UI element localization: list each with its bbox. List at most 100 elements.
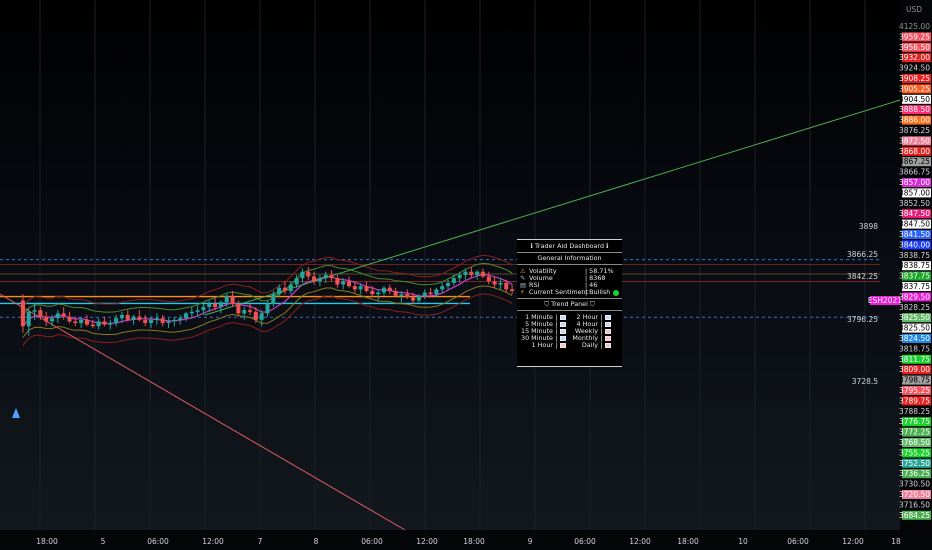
candle[interactable] xyxy=(38,306,43,320)
candle[interactable] xyxy=(440,282,445,293)
candle[interactable] xyxy=(114,315,119,327)
price-tick: 3825.50 xyxy=(899,324,930,333)
candle-body xyxy=(306,271,311,277)
candle[interactable] xyxy=(73,316,78,327)
candle-body xyxy=(416,295,421,301)
price-tick: 3789.75 xyxy=(899,396,930,405)
candle[interactable] xyxy=(102,316,107,327)
candle[interactable] xyxy=(422,289,427,299)
time-tick: 7 xyxy=(258,537,263,546)
candle[interactable] xyxy=(61,306,66,320)
price-chart[interactable]: USD4125.003959.253956.503932.003924.5039… xyxy=(0,0,932,550)
candle-body xyxy=(451,278,456,283)
candle-body xyxy=(218,302,223,307)
candle-body xyxy=(166,321,171,324)
candle[interactable] xyxy=(230,290,235,307)
candle-body xyxy=(486,276,491,282)
candle[interactable] xyxy=(242,306,247,320)
stat-label: Current Sentiment xyxy=(529,288,589,296)
candle-body xyxy=(370,290,375,295)
price-tick: 3932.00 xyxy=(899,53,930,62)
candle[interactable] xyxy=(137,310,142,322)
candle[interactable] xyxy=(300,268,305,283)
candle-body xyxy=(90,324,95,327)
candle[interactable] xyxy=(475,270,480,280)
candle[interactable] xyxy=(381,286,387,296)
candle-body xyxy=(335,278,340,285)
time-tick: 9 xyxy=(528,537,533,546)
candle[interactable] xyxy=(125,310,130,322)
candle[interactable] xyxy=(387,284,392,295)
candle[interactable] xyxy=(183,311,189,322)
price-tick: 3857.00 xyxy=(899,188,930,197)
time-tick: 06:00 xyxy=(787,537,809,546)
candle-body xyxy=(236,303,241,314)
time-tick: 06:00 xyxy=(574,537,596,546)
candle-body xyxy=(341,281,346,285)
price-tick: 3730.50 xyxy=(899,480,930,489)
candle[interactable] xyxy=(189,306,194,319)
time-tick: 18:00 xyxy=(463,537,485,546)
candle[interactable] xyxy=(160,315,165,327)
candle-body xyxy=(463,271,468,275)
trend-panel-title: Trend Panel xyxy=(551,300,588,308)
candle[interactable] xyxy=(96,318,101,330)
price-tick: 3867.25 xyxy=(899,157,930,166)
candle-body xyxy=(504,282,509,290)
candle-body xyxy=(172,319,177,322)
candle-body xyxy=(288,284,293,291)
candle[interactable] xyxy=(84,315,90,327)
candle[interactable] xyxy=(154,313,159,325)
candle-body xyxy=(224,295,229,303)
candle[interactable] xyxy=(469,266,474,279)
trend-up-icon xyxy=(605,321,615,328)
candle[interactable] xyxy=(67,311,72,324)
candle[interactable] xyxy=(492,276,497,288)
candle-body xyxy=(428,292,433,295)
candle[interactable] xyxy=(510,284,515,295)
price-tick: 3905.25 xyxy=(899,84,930,93)
candle[interactable] xyxy=(376,289,381,301)
shield-icon: ⛉ xyxy=(544,300,550,308)
candle[interactable] xyxy=(346,276,352,288)
candle[interactable] xyxy=(317,274,322,287)
candle[interactable] xyxy=(329,270,334,282)
candle[interactable] xyxy=(335,274,340,288)
price-tick: 3866.75 xyxy=(899,168,930,177)
candle-body xyxy=(358,286,363,290)
candle[interactable] xyxy=(166,318,171,328)
candle[interactable] xyxy=(480,268,486,279)
price-tick: 3908.25 xyxy=(899,74,930,83)
candle[interactable] xyxy=(405,289,410,299)
candle[interactable] xyxy=(108,319,113,330)
price-tick: 3818.75 xyxy=(899,344,930,353)
candle-body xyxy=(323,274,328,279)
candle[interactable] xyxy=(20,294,25,333)
candle-body xyxy=(160,318,165,324)
candle-body xyxy=(405,294,410,298)
trend-row: 1 Hour | Daily | xyxy=(517,342,622,349)
price-tick: 3876.25 xyxy=(899,126,930,135)
candle-body xyxy=(61,313,66,317)
price-tick: 3888.50 xyxy=(899,105,930,114)
symbol-tag-text: ESH2021 xyxy=(868,296,902,305)
candle-body xyxy=(510,289,515,291)
candle[interactable] xyxy=(364,281,369,293)
level-label: 3866.25 xyxy=(847,250,878,259)
candle-body xyxy=(131,316,136,320)
candle-body xyxy=(44,316,49,322)
candle[interactable] xyxy=(143,315,148,327)
time-tick: 18:00 xyxy=(677,537,699,546)
candle-body xyxy=(183,313,189,319)
candle[interactable] xyxy=(55,310,60,324)
candle-body xyxy=(381,287,387,293)
trend-up-icon xyxy=(560,328,570,335)
candle[interactable] xyxy=(306,266,311,280)
price-tick: 3809.00 xyxy=(899,365,930,374)
dashboard-title: Trader Aid Dashboard xyxy=(534,242,605,250)
buy-arrow-icon xyxy=(12,408,20,418)
price-tick: 3716.50 xyxy=(899,500,930,509)
level-label: 3842.25 xyxy=(847,272,878,281)
chart-canvas[interactable]: USD 4125.00 3959.25 3956.50 3932.00 3924.50 39… xyxy=(0,0,932,550)
candle[interactable] xyxy=(44,311,49,327)
